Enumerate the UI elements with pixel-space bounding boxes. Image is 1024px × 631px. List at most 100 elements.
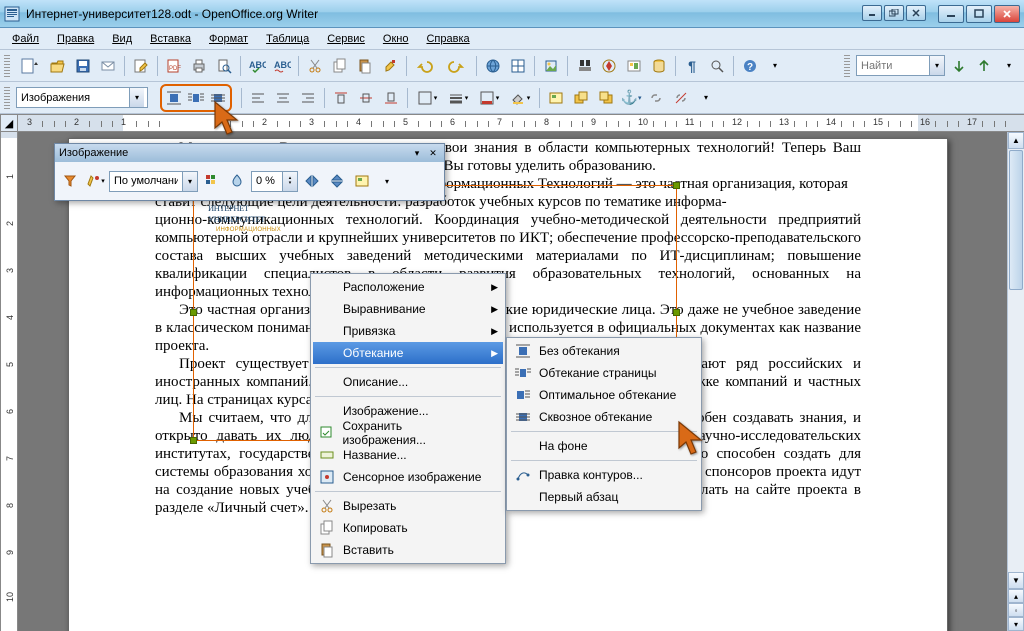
ctx-wrap-none[interactable]: Без обтекания — [509, 340, 699, 362]
help-button[interactable]: ? — [739, 55, 761, 77]
bgcolor-button[interactable]: ▾ — [506, 87, 534, 109]
gallery-button[interactable] — [623, 55, 645, 77]
scroll-down-button[interactable]: ▼ — [1008, 572, 1024, 589]
ctx-wrap-optimal[interactable]: Оптимальное обтекание — [509, 384, 699, 406]
image-toolbar-overflow[interactable]: ▾ — [376, 170, 398, 192]
align-left-button[interactable] — [247, 87, 269, 109]
table-insert-button[interactable] — [507, 55, 529, 77]
print-button[interactable] — [188, 55, 210, 77]
ctx-paste[interactable]: Вставить — [313, 539, 503, 561]
scroll-thumb[interactable] — [1009, 150, 1023, 290]
apply-style-input[interactable] — [17, 88, 129, 107]
minimize-button-doc[interactable] — [862, 5, 882, 21]
toolbar-grip[interactable] — [4, 55, 10, 77]
flip-h-button[interactable] — [301, 170, 323, 192]
flip-v-button[interactable] — [326, 170, 348, 192]
zoom-button[interactable] — [706, 55, 728, 77]
undo-button[interactable] — [412, 55, 440, 77]
menu-view[interactable]: Вид — [104, 31, 140, 47]
ctx-arrange[interactable]: Расположение▶ — [313, 276, 503, 298]
close-button[interactable] — [994, 5, 1020, 23]
wrap-through-button[interactable] — [207, 87, 229, 109]
restore-button-doc[interactable] — [884, 5, 904, 21]
resize-handle[interactable] — [190, 309, 197, 316]
ctx-wrap-bg[interactable]: На фоне — [509, 435, 699, 457]
datasources-button[interactable] — [648, 55, 670, 77]
preview-button[interactable] — [213, 55, 235, 77]
prev-page-button[interactable]: ▴ — [1008, 589, 1024, 603]
apply-style-combo[interactable]: ▾ — [16, 87, 148, 108]
menu-edit[interactable]: Правка — [49, 31, 102, 47]
spellcheck-button[interactable]: ABC — [246, 55, 268, 77]
maximize-button[interactable] — [966, 5, 992, 23]
ctx-anchor[interactable]: Привязка▶ — [313, 320, 503, 342]
copy-button[interactable] — [329, 55, 351, 77]
hyperlink-button[interactable] — [482, 55, 504, 77]
find-overflow[interactable]: ▾ — [998, 55, 1020, 77]
toolbar-grip-2[interactable] — [4, 87, 10, 109]
nonprint-button[interactable]: ¶ — [681, 55, 703, 77]
graphics-mode-button[interactable]: ▾ — [84, 170, 106, 192]
edit-doc-button[interactable] — [130, 55, 152, 77]
image-toolbar[interactable]: Изображение ▾ ✕ ▾ ▾ ▴▾ ▾ — [54, 143, 445, 201]
toolbar-overflow-2[interactable]: ▾ — [695, 87, 717, 109]
find-input[interactable] — [857, 56, 929, 75]
graphics-filter-input[interactable] — [110, 172, 182, 191]
align-bottom-button[interactable] — [380, 87, 402, 109]
scrollbar-vertical[interactable]: ▲ ▼ ▴ ◦ ▾ — [1007, 132, 1024, 631]
close-button-doc[interactable] — [906, 5, 926, 21]
image-toolbar-pin[interactable]: ▾ — [410, 146, 424, 160]
ruler-corner[interactable]: ◢ — [0, 114, 18, 132]
email-button[interactable] — [97, 55, 119, 77]
unchain-button[interactable] — [670, 87, 692, 109]
scroll-up-button[interactable]: ▲ — [1008, 132, 1024, 149]
bordercolor-button[interactable]: ▾ — [475, 87, 503, 109]
ruler-vertical[interactable]: 312345678910 — [0, 132, 18, 631]
menu-file[interactable]: Файл — [4, 31, 47, 47]
scroll-track[interactable] — [1008, 291, 1024, 572]
resize-handle[interactable] — [673, 182, 680, 189]
open-button[interactable] — [47, 55, 69, 77]
ctx-wrap-firstpara[interactable]: Первый абзац — [509, 486, 699, 508]
bring-front-button[interactable] — [570, 87, 592, 109]
navigator-button[interactable] — [598, 55, 620, 77]
export-pdf-button[interactable]: PDF — [163, 55, 185, 77]
find-next-button[interactable] — [948, 55, 970, 77]
frame-props-button-2[interactable] — [351, 170, 373, 192]
ctx-name[interactable]: Название... — [313, 444, 503, 466]
send-back-button[interactable] — [595, 87, 617, 109]
ctx-wrap[interactable]: Обтекание▶ — [313, 342, 503, 364]
ctx-wrap-through[interactable]: Сквозное обтекание — [509, 406, 699, 428]
chain-button[interactable] — [645, 87, 667, 109]
menu-window[interactable]: Окно — [375, 31, 417, 47]
next-page-button[interactable]: ▾ — [1008, 617, 1024, 631]
ctx-description[interactable]: Описание... — [313, 371, 503, 393]
anchor-button[interactable]: ⚓▾ — [620, 87, 642, 109]
align-top-button[interactable] — [330, 87, 352, 109]
align-vmiddle-button[interactable] — [355, 87, 377, 109]
ctx-align[interactable]: Выравнивание▶ — [313, 298, 503, 320]
autospell-button[interactable]: ABC — [271, 55, 293, 77]
align-center-button[interactable] — [272, 87, 294, 109]
ruler-horizontal[interactable]: 3211234567891011121314151617 — [18, 114, 1024, 132]
nav-button[interactable]: ◦ — [1008, 603, 1024, 617]
ctx-copy[interactable]: Копировать — [313, 517, 503, 539]
graphics-filter-combo[interactable]: ▾ — [109, 171, 198, 192]
transparency-combo[interactable]: ▴▾ — [251, 171, 298, 192]
new-button[interactable] — [16, 55, 44, 77]
image-toolbar-titlebar[interactable]: Изображение ▾ ✕ — [55, 144, 444, 162]
apply-style-dropdown[interactable]: ▾ — [129, 88, 144, 107]
ctx-cut[interactable]: Вырезать — [313, 495, 503, 517]
filter-button[interactable] — [59, 170, 81, 192]
toolbar-overflow[interactable]: ▾ — [764, 55, 786, 77]
wrap-off-button[interactable] — [163, 87, 185, 109]
color-button[interactable] — [201, 170, 223, 192]
borderstyle-button[interactable]: ▾ — [444, 87, 472, 109]
find-combo[interactable]: ▾ — [856, 55, 945, 76]
find-replace-button[interactable] — [573, 55, 595, 77]
save-button[interactable] — [72, 55, 94, 77]
find-dropdown[interactable]: ▾ — [929, 56, 944, 75]
align-right-button[interactable] — [297, 87, 319, 109]
menu-table[interactable]: Таблица — [258, 31, 317, 47]
ctx-imap[interactable]: Сенсорное изображение — [313, 466, 503, 488]
